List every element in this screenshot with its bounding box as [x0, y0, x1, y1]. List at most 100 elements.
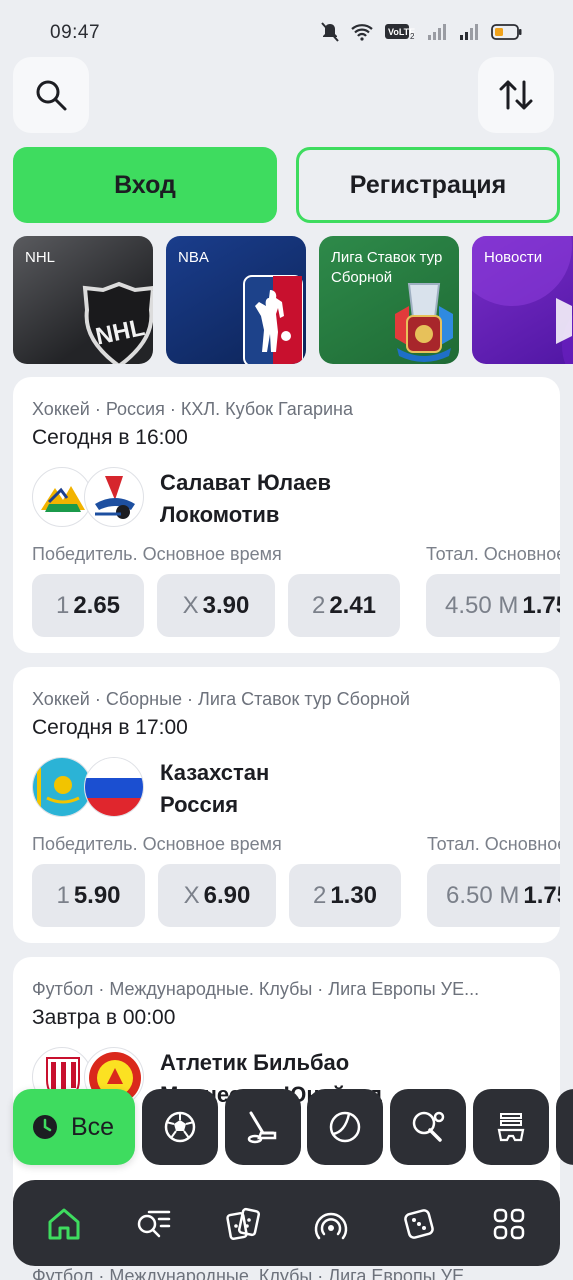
odd-button-x[interactable]: X 3.90	[157, 574, 275, 637]
market-total: Тотал. Основное время	[427, 834, 560, 854]
event-league: Футбол · Международные. Клубы · Лига Евр…	[32, 979, 480, 999]
register-button[interactable]: Регистрация	[296, 147, 560, 223]
login-button[interactable]: Вход	[13, 147, 277, 223]
search-list-icon	[137, 1210, 171, 1238]
svg-text:2: 2	[410, 32, 415, 41]
sport-filter-all[interactable]: Все	[13, 1089, 135, 1165]
event-time: Сегодня в 16:00	[32, 426, 188, 449]
story-label: NHL	[25, 249, 56, 266]
russia-flag-icon	[85, 758, 143, 816]
home-icon	[48, 1208, 80, 1240]
sport-filter-esports[interactable]	[473, 1089, 549, 1165]
odd-button-x[interactable]: X 6.90	[158, 864, 276, 927]
odd-button-total[interactable]: 4.50 М1.75	[426, 574, 560, 637]
odd-label: 1	[56, 881, 70, 909]
sport-filter-football[interactable]	[142, 1089, 218, 1165]
football-icon	[164, 1111, 196, 1143]
cards-icon	[226, 1207, 261, 1240]
next-event-league: Футбол · Международные. Клубы · Лига Евр…	[32, 1266, 480, 1280]
odd-value: 2.41	[329, 591, 377, 619]
bottom-navigation	[13, 1180, 560, 1266]
wifi-icon	[351, 24, 373, 41]
odd-label: 6.50 М	[446, 881, 520, 909]
search-icon	[36, 80, 67, 111]
search-button[interactable]	[13, 57, 89, 133]
hockey-icon	[247, 1111, 277, 1144]
team-logo-kazakhstan	[32, 757, 92, 817]
market-winner: Победитель. Основное время	[32, 834, 282, 854]
nav-search-list[interactable]	[131, 1202, 175, 1246]
sport-filter-tennis[interactable]	[307, 1089, 383, 1165]
odd-label: X	[182, 591, 199, 619]
battery-icon	[491, 24, 522, 40]
team-logo-russia	[84, 757, 144, 817]
nba-logo-icon	[243, 275, 303, 364]
odd-button-1[interactable]: 1 2.65	[32, 574, 144, 637]
nav-casino[interactable]	[397, 1202, 441, 1246]
sport-filter-table-tennis[interactable]	[390, 1089, 466, 1165]
odd-value: 1.75	[523, 881, 560, 909]
odd-button-total[interactable]: 6.50 М1.75	[427, 864, 560, 927]
nav-live[interactable]	[309, 1202, 353, 1246]
odd-label: 4.50 М	[445, 591, 519, 619]
odd-button-2[interactable]: 2 1.30	[289, 864, 401, 927]
nav-home[interactable]	[42, 1202, 86, 1246]
market-winner: Победитель. Основное время	[32, 544, 282, 564]
event-time: Сегодня в 17:00	[32, 716, 188, 739]
team1-name: Салават Юлаев	[160, 470, 332, 495]
signal-icon	[428, 24, 446, 40]
event-card[interactable]: Хоккей · Россия · КХЛ. Кубок Гагарина Се…	[13, 377, 560, 653]
odd-button-2[interactable]: 2 2.41	[288, 574, 400, 637]
status-icons: VoLTE 2	[321, 22, 523, 42]
sport-filter-hockey[interactable]	[225, 1089, 301, 1165]
team2-name: Россия	[160, 792, 239, 817]
sport-filter-bar: Все	[0, 1089, 573, 1165]
sort-button[interactable]	[478, 57, 554, 133]
team-logo-salavat	[32, 467, 92, 527]
nav-menu[interactable]	[487, 1202, 531, 1246]
odd-value: 1.30	[330, 881, 378, 909]
odd-value: 5.90	[73, 881, 121, 909]
story-nhl[interactable]: NHL NHL	[13, 236, 153, 364]
status-time: 09:47	[50, 22, 101, 43]
event-league: Хоккей · Россия · КХЛ. Кубок Гагарина	[32, 399, 353, 419]
sort-arrows-icon	[499, 80, 533, 110]
odd-button-1[interactable]: 1 5.90	[32, 864, 145, 927]
event-card[interactable]: Хоккей · Сборные · Лига Ставок тур Сборн…	[13, 667, 560, 943]
story-label: Новости	[484, 249, 543, 266]
grid-menu-icon	[493, 1208, 525, 1240]
sport-filter-more[interactable]	[556, 1089, 573, 1165]
status-bar: 09:47 VoLTE 2	[0, 0, 573, 60]
esports-icon	[497, 1113, 525, 1142]
team-logo-lokomotiv	[84, 467, 144, 527]
odd-value: 3.90	[202, 591, 250, 619]
sport-filter-all-label: Все	[71, 1112, 115, 1141]
clock-icon	[33, 1115, 57, 1139]
odd-label: 2	[311, 591, 326, 619]
odd-value: 1.75	[522, 591, 560, 619]
odd-value: 6.90	[203, 881, 251, 909]
event-league: Хоккей · Сборные · Лига Ставок тур Сборн…	[32, 689, 410, 709]
odd-label: 2	[312, 881, 327, 909]
team1-name: Казахстан	[160, 760, 270, 785]
story-nba[interactable]: NBA	[166, 236, 306, 364]
tennis-icon	[329, 1111, 361, 1143]
nhl-logo-icon: NHL	[82, 281, 153, 364]
story-liga-tour[interactable]: Лига Ставок тур Сборной	[319, 236, 459, 364]
volte-icon: VoLTE2	[385, 24, 415, 41]
stories-row: NHL NHL NBA Лига Ставок тур Сборной Ново	[13, 236, 573, 364]
odd-label: X	[183, 881, 200, 909]
odd-label: 1	[55, 591, 70, 619]
team1-name: Атлетик Бильбао	[160, 1050, 350, 1075]
dice-icon	[404, 1209, 434, 1239]
story-label: Лига Ставок тур Сборной	[331, 249, 443, 286]
nav-cards[interactable]	[221, 1202, 265, 1246]
event-time: Завтра в 00:00	[32, 1006, 176, 1029]
lokomotiv-logo-icon	[95, 476, 135, 519]
team2-name: Локомотив	[160, 502, 280, 527]
market-total: Тотал. Основное время	[426, 544, 560, 564]
odd-value: 2.65	[73, 591, 121, 619]
story-news[interactable]: Новости	[472, 236, 573, 364]
live-icon	[314, 1212, 348, 1240]
story-label: NBA	[178, 249, 209, 266]
